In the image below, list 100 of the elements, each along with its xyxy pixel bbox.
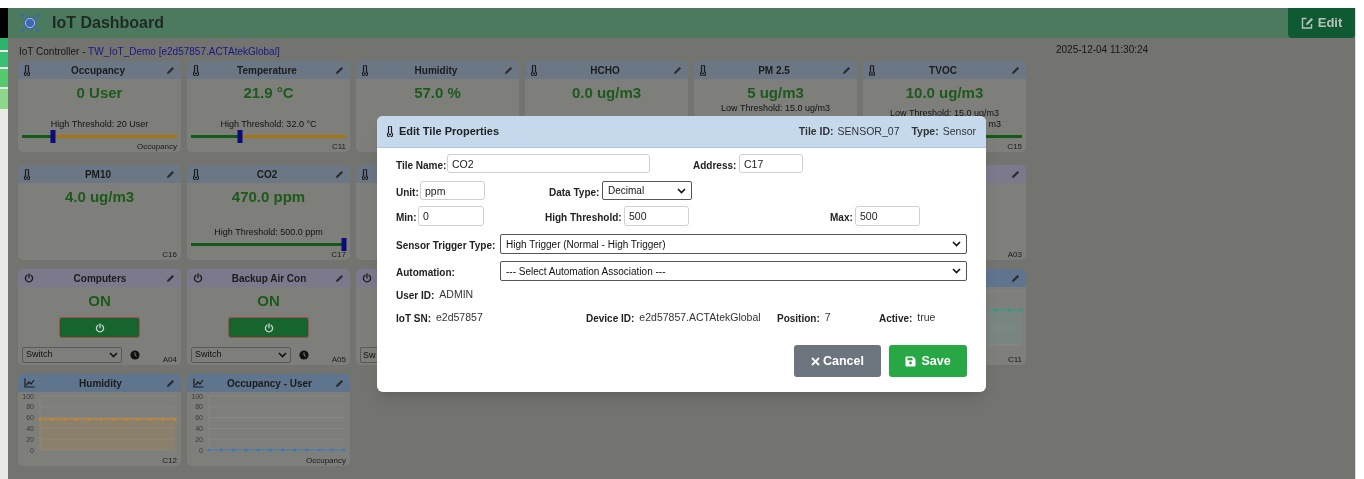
slider-thumb[interactable] — [50, 129, 55, 143]
switch-state: ON — [256, 291, 281, 311]
tile-title: PM10 — [83, 167, 113, 182]
chart-icon — [24, 378, 35, 388]
edit-icon[interactable] — [673, 65, 682, 75]
field-label: Type: — [911, 123, 939, 139]
field-value: Sensor — [942, 123, 976, 139]
select-field[interactable]: Decimal — [602, 181, 692, 200]
input-field[interactable]: CO2 — [447, 154, 650, 173]
power-icon — [362, 273, 372, 283]
tile-title: Occupancy — [70, 63, 126, 78]
edit-icon[interactable] — [504, 65, 513, 75]
logo-icon — [20, 13, 40, 33]
field-label: Unit: — [396, 186, 419, 198]
mode-select[interactable]: Switch — [22, 347, 122, 363]
input-field[interactable]: 0 — [418, 206, 484, 226]
field-label: Address: — [693, 159, 737, 171]
tile-title: TVOC — [928, 63, 958, 78]
tile-code: A04 — [162, 355, 177, 365]
field-label: Sensor Trigger Type: — [396, 240, 496, 251]
input-field[interactable]: C17 — [739, 154, 803, 173]
tile-title: Occupancy - User — [225, 376, 313, 391]
edit-icon[interactable] — [1011, 65, 1020, 75]
thermometer-icon — [362, 168, 368, 180]
sensor-value: 57.0 % — [413, 83, 462, 103]
edit-icon[interactable] — [335, 378, 344, 388]
power-icon — [94, 322, 105, 333]
field-label: Data Type: — [549, 186, 600, 198]
edit-icon[interactable] — [842, 65, 851, 75]
power-icon — [263, 322, 274, 333]
cancel-button[interactable]: Cancel — [794, 345, 881, 377]
tile-title: CO2 — [255, 167, 279, 182]
threshold-label: m3 — [988, 119, 1001, 130]
field-value: 7 — [824, 310, 831, 326]
clock-icon[interactable] — [299, 350, 309, 360]
edit-icon[interactable] — [166, 378, 175, 388]
caret-icon — [278, 352, 287, 358]
select-field[interactable]: --- Select Automation Association --- — [500, 261, 967, 281]
app-title: IoT Dashboard — [52, 13, 164, 33]
field-label: User ID: — [396, 288, 435, 303]
thermometer-icon — [193, 64, 199, 76]
slider-thumb[interactable] — [341, 237, 346, 251]
edit-button[interactable]: Edit — [1288, 8, 1355, 38]
caret-icon — [952, 268, 961, 274]
mode-select[interactable]: Switch — [191, 347, 291, 363]
select-field[interactable]: High Trigger (Normal - High Trigger) — [500, 234, 967, 254]
edit-icon[interactable] — [1011, 169, 1020, 179]
sensor-value: 0.0 ug/m3 — [570, 83, 643, 103]
tile-title: PM 2.5 — [757, 63, 791, 78]
power-button[interactable] — [59, 317, 140, 338]
caret-icon — [677, 187, 686, 194]
tile-title: Temperature — [236, 63, 298, 78]
tile-code: Occupancy — [136, 142, 177, 152]
tile-code: C11 — [1007, 355, 1022, 365]
date-time: 2025-12-04 11:30:24 — [1056, 43, 1149, 57]
input-field[interactable]: 500 — [624, 206, 689, 226]
threshold-label: High Threshold: 32.0 °C — [219, 119, 318, 130]
caret-icon — [109, 352, 118, 358]
thermometer-icon — [24, 64, 30, 76]
field-value: SENSOR_07 — [837, 123, 900, 139]
tile-title: Computers — [72, 271, 128, 286]
edit-icon[interactable] — [166, 273, 175, 283]
thermometer-icon — [700, 64, 706, 76]
edit-icon[interactable] — [1011, 273, 1020, 283]
thermometer-icon — [387, 126, 393, 137]
field-value: ADMIN — [439, 287, 474, 303]
edit-icon[interactable] — [335, 273, 344, 283]
power-button[interactable] — [228, 317, 309, 338]
edit-icon — [1300, 17, 1314, 29]
field-label: IoT SN: — [396, 311, 431, 326]
tile-title: Backup Air Con — [230, 271, 308, 286]
controller-info: IoT Controller - TW_IoT_Demo [e2d57857.ACTAtekGlobal] — [19, 45, 280, 57]
threshold-label: High Threshold: 20 User — [49, 119, 150, 130]
dialog-title: Edit Tile Properties — [399, 124, 500, 140]
tile-code: C16 — [162, 250, 177, 260]
tile-code: Occupancy — [305, 456, 346, 466]
save-icon — [905, 355, 917, 367]
sensor-value: 4.0 ug/m3 — [63, 187, 136, 207]
close-icon — [811, 356, 820, 366]
edit-icon[interactable] — [166, 169, 175, 179]
sensor-value: 470.0 ppm — [230, 187, 307, 207]
sensor-value: 5 ug/m3 — [746, 83, 805, 103]
threshold-label: High Threshold: 500.0 ppm — [213, 227, 324, 238]
edit-icon[interactable] — [335, 65, 344, 75]
edit-icon[interactable] — [166, 65, 175, 75]
tile-title: Humidity — [413, 63, 459, 78]
power-icon — [193, 273, 203, 283]
field-label: Tile Name: — [396, 159, 447, 171]
input-field[interactable]: 500 — [855, 206, 920, 226]
field-value: e2d57857 — [436, 310, 483, 326]
tile-code: A03 — [1007, 250, 1022, 260]
slider-thumb[interactable] — [237, 129, 243, 143]
clock-icon[interactable] — [130, 350, 140, 360]
input-field[interactable]: ppm — [420, 181, 485, 200]
thermometer-icon — [869, 64, 875, 76]
edit-icon[interactable] — [335, 169, 344, 179]
tile-code: C12 — [162, 456, 177, 466]
sensor-value: 10.0 ug/m3 — [904, 83, 985, 103]
tile-title: HCHO — [589, 63, 621, 78]
field-value: true — [917, 310, 936, 326]
